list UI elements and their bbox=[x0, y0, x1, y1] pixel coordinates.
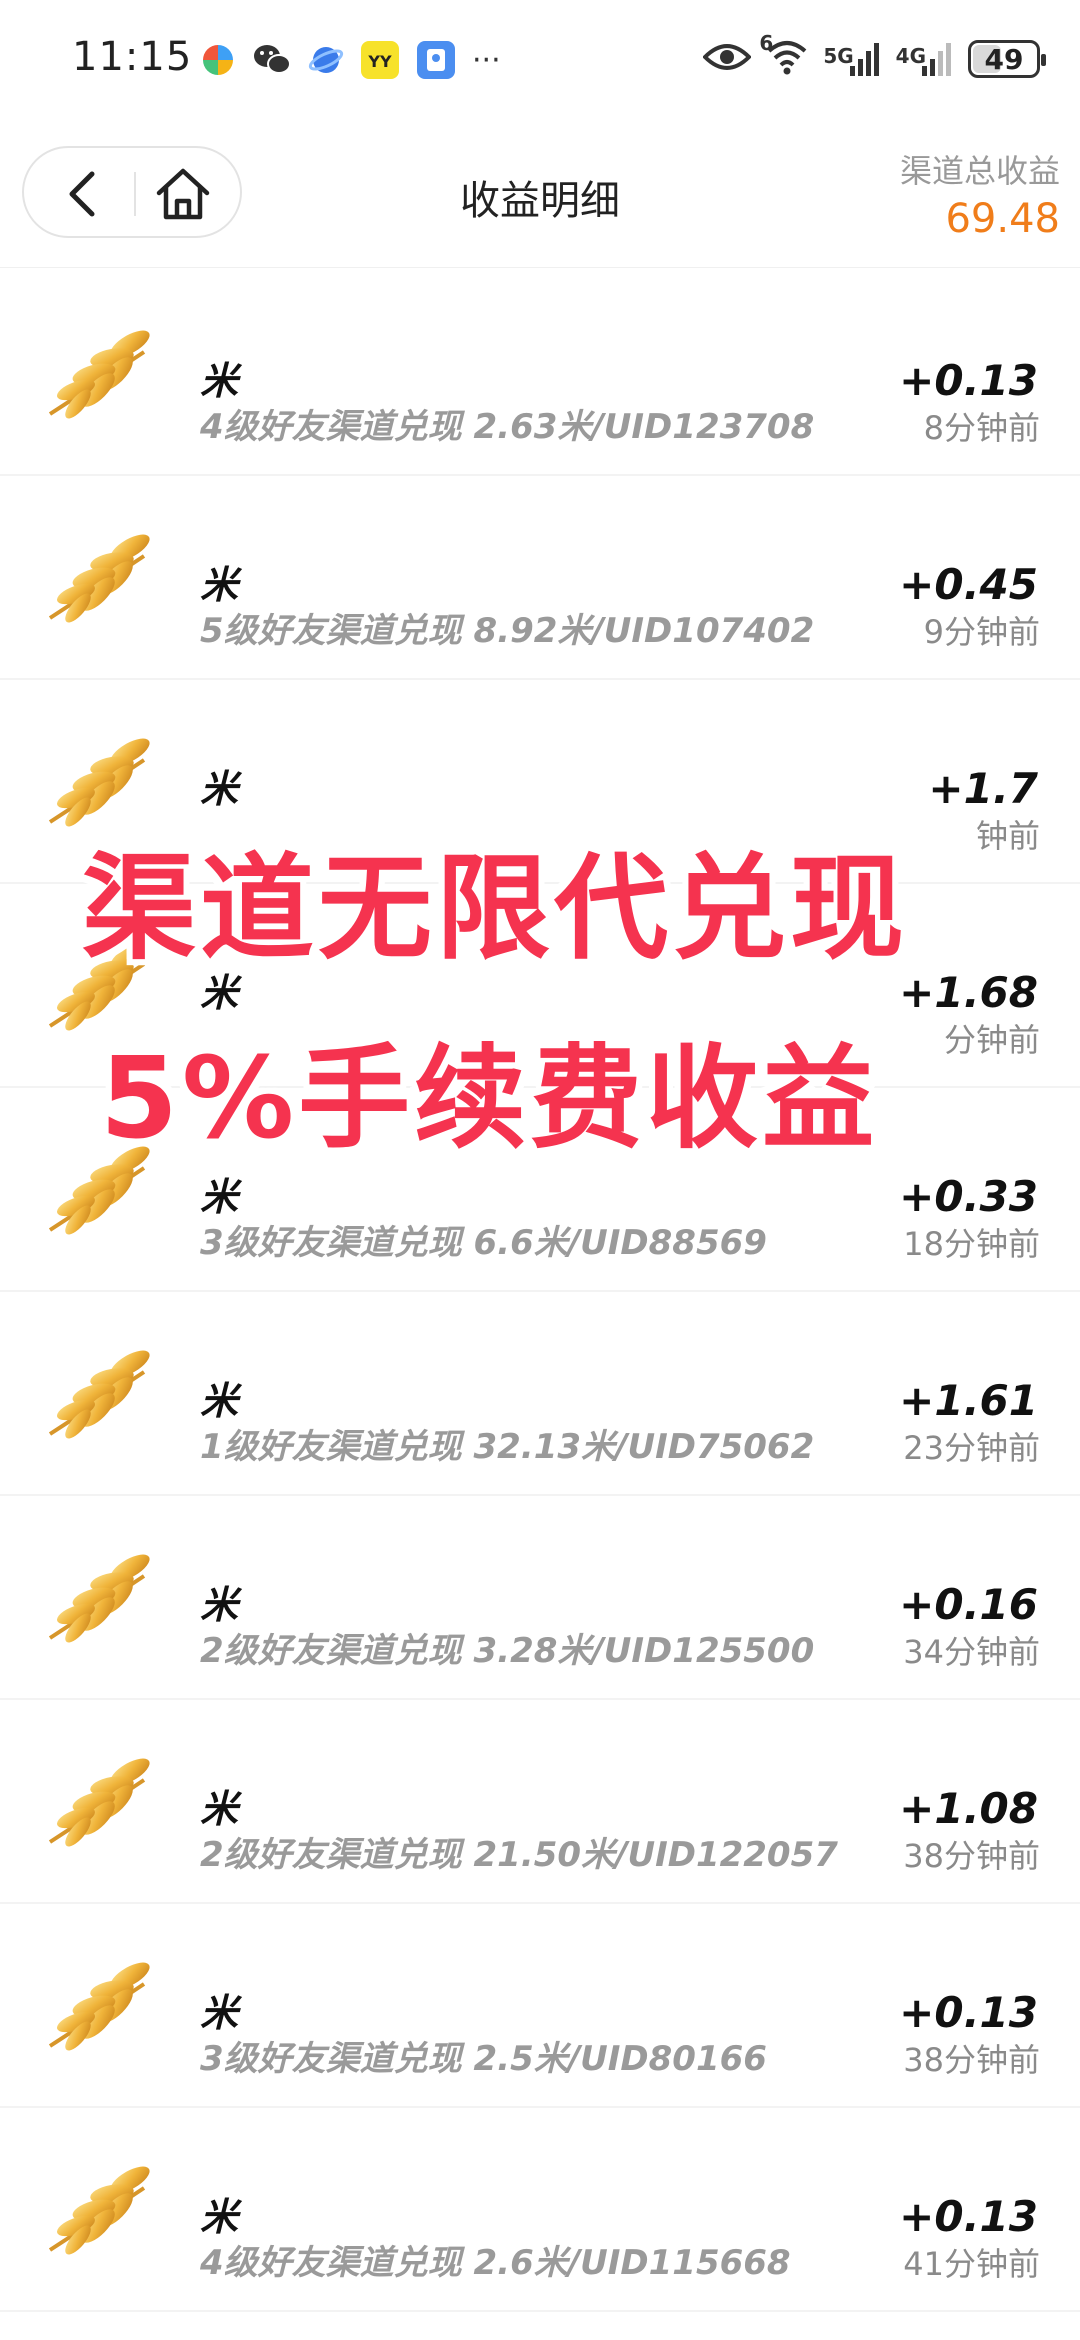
item-description: 2级好友渠道兑现 3.28米/UID125500 bbox=[200, 1631, 815, 1671]
item-amount: +0.33 bbox=[899, 1172, 1038, 1221]
item-time: 38分钟前 bbox=[903, 1837, 1040, 1875]
item-name: 米 bbox=[200, 1991, 239, 2035]
item-amount: +0.13 bbox=[899, 356, 1038, 405]
wheat-icon bbox=[48, 1962, 150, 2051]
wheat-icon bbox=[48, 330, 150, 419]
more-dots-icon: ··· bbox=[472, 42, 501, 78]
total-label: 渠道总收益 bbox=[899, 152, 1060, 190]
list-item[interactable]: 米 +1.68 分钟前 bbox=[0, 884, 1080, 1088]
item-description: 4级好友渠道兑现 2.6米/UID115668 bbox=[200, 2243, 791, 2283]
item-amount: +0.13 bbox=[899, 2192, 1038, 2241]
yy-app-icon: YY bbox=[360, 40, 400, 80]
list-item[interactable]: 米 3级好友渠道兑现 6.6米/UID88569 +0.33 18分钟前 bbox=[0, 1088, 1080, 1292]
item-name: 米 bbox=[200, 1379, 239, 1423]
item-time: 38分钟前 bbox=[903, 2041, 1040, 2079]
item-time: 钟前 bbox=[975, 817, 1040, 855]
status-bar: 11:15 YY ··· 6 5G 4G 49 bbox=[0, 0, 1080, 120]
item-time: 9分钟前 bbox=[923, 613, 1040, 651]
item-name: 米 bbox=[200, 1583, 239, 1627]
total-value: 69.48 bbox=[945, 196, 1060, 242]
battery-icon: 49 bbox=[968, 40, 1046, 78]
wheat-icon bbox=[48, 1554, 150, 1643]
item-name: 米 bbox=[200, 563, 239, 607]
item-name: 米 bbox=[200, 1175, 239, 1219]
list-item[interactable]: 米 +1.7 钟前 bbox=[0, 680, 1080, 884]
wheat-icon bbox=[48, 2166, 150, 2255]
list-item[interactable]: 米 1级好友渠道兑现 32.13米/UID75062 +1.61 23分钟前 bbox=[0, 1292, 1080, 1496]
svg-text:YY: YY bbox=[367, 52, 392, 71]
item-description: 2级好友渠道兑现 21.50米/UID122057 bbox=[200, 1835, 838, 1875]
item-time: 34分钟前 bbox=[903, 1633, 1040, 1671]
item-time: 8分钟前 bbox=[923, 409, 1040, 447]
item-description: 1级好友渠道兑现 32.13米/UID75062 bbox=[200, 1427, 815, 1467]
system-icons: 6 5G 4G 49 bbox=[702, 31, 1046, 84]
wheat-icon bbox=[48, 534, 150, 623]
wheat-icon bbox=[48, 1350, 150, 1439]
item-name: 米 bbox=[200, 359, 239, 403]
item-name: 米 bbox=[200, 971, 239, 1015]
item-amount: +0.45 bbox=[899, 560, 1038, 609]
item-amount: +0.16 bbox=[899, 1580, 1038, 1629]
list-item[interactable]: 米 4级好友渠道兑现 2.6米/UID115668 +0.13 41分钟前 bbox=[0, 2108, 1080, 2312]
item-time: 23分钟前 bbox=[903, 1429, 1040, 1467]
item-name: 米 bbox=[200, 2195, 239, 2239]
list-item[interactable]: 米 2级好友渠道兑现 3.28米/UID125500 +0.16 34分钟前 bbox=[0, 1496, 1080, 1700]
list-item[interactable]: 米 3级好友渠道兑现 2.5米/UID80166 +0.13 38分钟前 bbox=[0, 1904, 1080, 2108]
item-amount: +1.7 bbox=[928, 764, 1038, 813]
pinwheel-app-icon bbox=[200, 42, 236, 78]
item-amount: +0.13 bbox=[899, 1988, 1038, 2037]
item-description: 4级好友渠道兑现 2.63米/UID123708 bbox=[200, 407, 815, 447]
wheat-icon bbox=[48, 738, 150, 827]
status-time: 11:15 bbox=[72, 34, 193, 80]
blue-app-icon bbox=[416, 40, 456, 80]
list-item[interactable]: 米 4级好友渠道兑现 2.63米/UID123708 +0.13 8分钟前 bbox=[0, 272, 1080, 476]
eye-icon bbox=[702, 41, 753, 77]
list-item[interactable]: 米 5级好友渠道兑现 8.92米/UID107402 +0.45 9分钟前 bbox=[0, 476, 1080, 680]
item-description: 5级好友渠道兑现 8.92米/UID107402 bbox=[200, 611, 815, 651]
header: 收益明细 渠道总收益 69.48 bbox=[0, 130, 1080, 268]
item-name: 米 bbox=[200, 767, 239, 811]
page: 11:15 YY ··· 6 5G 4G 49 收益明细 渠道总收益 69.48… bbox=[0, 0, 1080, 2340]
item-description: 3级好友渠道兑现 6.6米/UID88569 bbox=[200, 1223, 767, 1263]
item-description: 3级好友渠道兑现 2.5米/UID80166 bbox=[200, 2039, 767, 2079]
wifi-icon: 6 bbox=[759, 31, 809, 81]
list-item[interactable]: 米 2级好友渠道兑现 21.50米/UID122057 +1.08 38分钟前 bbox=[0, 1700, 1080, 1904]
item-amount: +1.08 bbox=[899, 1784, 1038, 1833]
wheat-icon bbox=[48, 1146, 150, 1235]
signal-5g-icon: 5G bbox=[823, 40, 881, 78]
wheat-icon bbox=[48, 942, 150, 1031]
item-time: 分钟前 bbox=[943, 1021, 1040, 1059]
signal-4g-icon: 4G bbox=[896, 40, 954, 78]
notification-icons: YY ··· bbox=[200, 38, 501, 82]
item-time: 41分钟前 bbox=[903, 2245, 1040, 2283]
earnings-list: 米 4级好友渠道兑现 2.63米/UID123708 +0.13 8分钟前 米 … bbox=[0, 272, 1080, 2312]
browser-planet-icon bbox=[308, 42, 344, 78]
wechat-icon bbox=[252, 42, 292, 78]
item-amount: +1.61 bbox=[899, 1376, 1038, 1425]
item-name: 米 bbox=[200, 1787, 239, 1831]
item-amount: +1.68 bbox=[899, 968, 1038, 1017]
item-time: 18分钟前 bbox=[903, 1225, 1040, 1263]
channel-total-earnings: 渠道总收益 69.48 bbox=[900, 146, 1060, 242]
wheat-icon bbox=[48, 1758, 150, 1847]
